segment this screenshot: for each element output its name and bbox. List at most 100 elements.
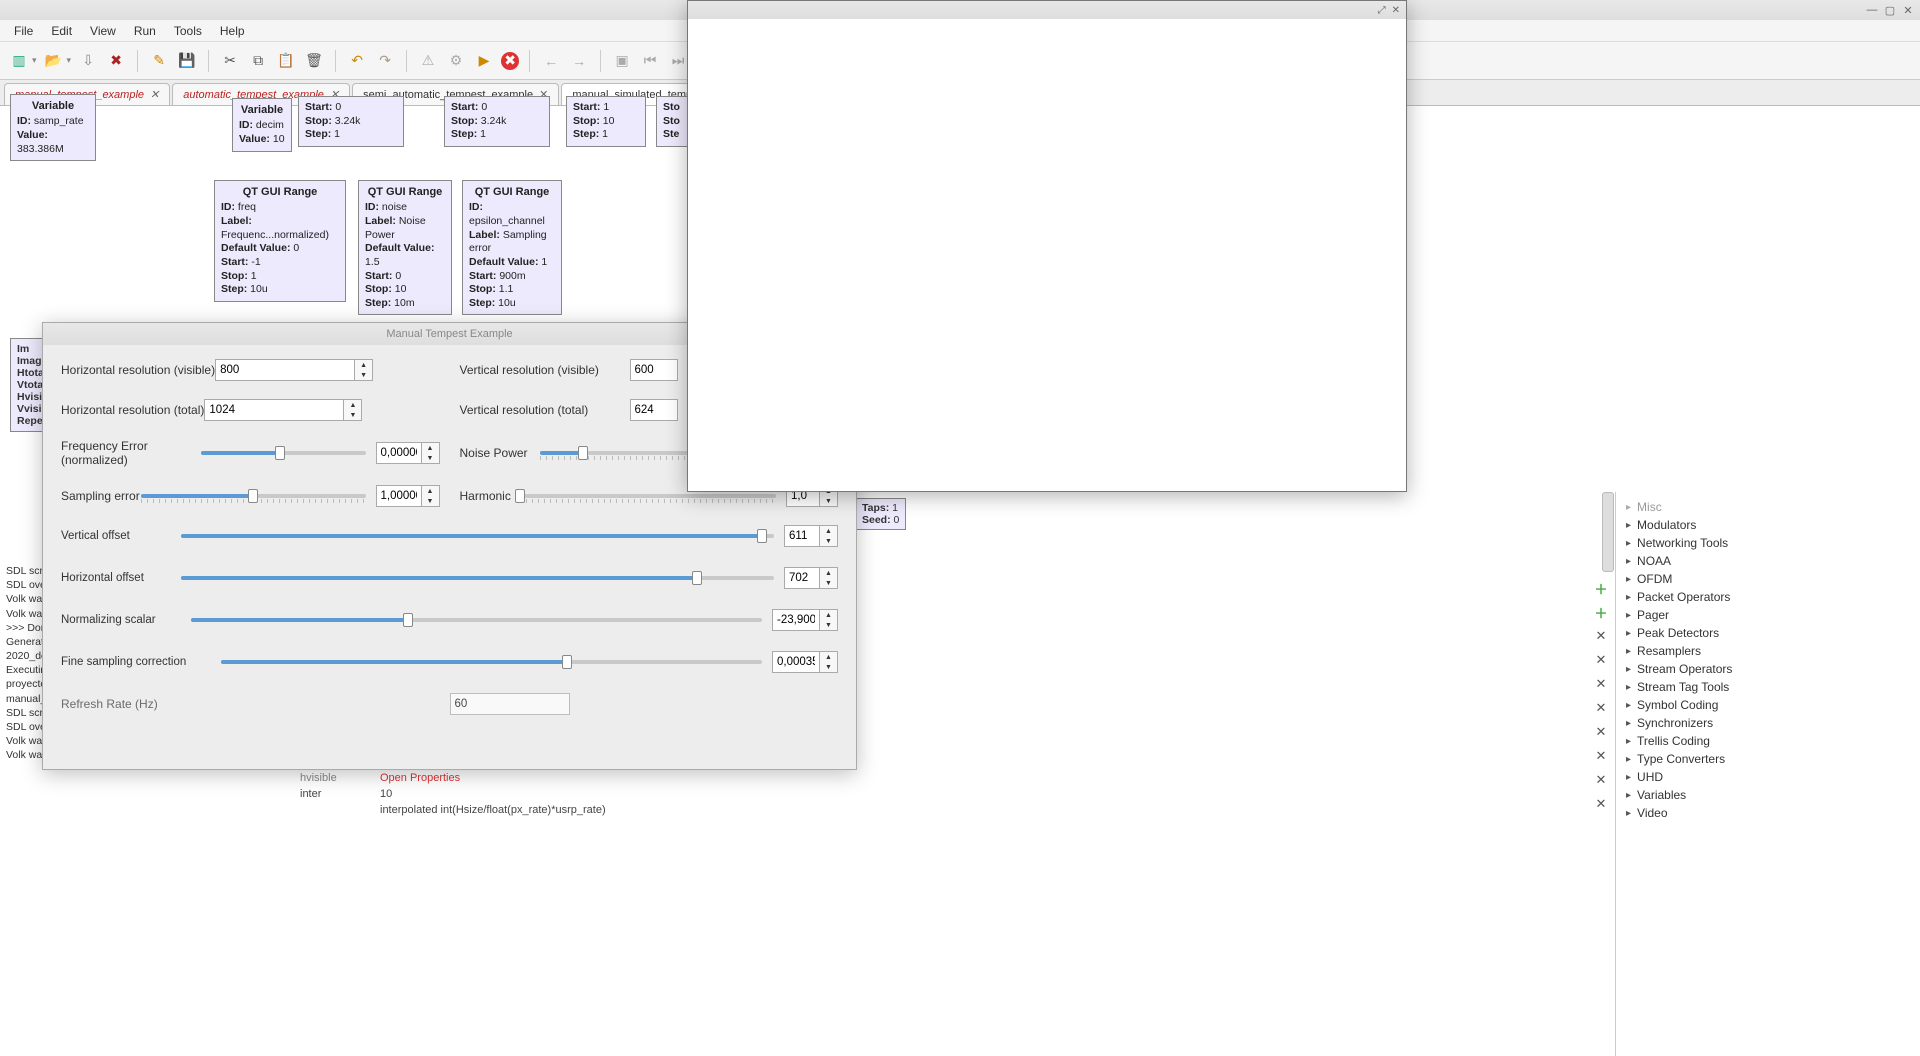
new-icon[interactable]: ▥: [8, 50, 30, 72]
cut-icon[interactable]: ✂: [219, 50, 241, 72]
category-stream-operators[interactable]: Stream Operators: [1620, 660, 1916, 678]
block-qt-range-freq[interactable]: QT GUI Range ID: freq Label: Frequenc...…: [214, 180, 346, 302]
category-modulators[interactable]: Modulators: [1620, 516, 1916, 534]
fine-sampling-label: Fine sampling correction: [61, 656, 201, 668]
property-panel: hvisibleOpen Properties inter10 interpol…: [300, 770, 860, 818]
edit-icon[interactable]: ✎: [148, 50, 170, 72]
remove-icon[interactable]: ✕: [1593, 676, 1609, 692]
normalizing-scalar-input[interactable]: [772, 609, 820, 631]
vres-visible-label: Vertical resolution (visible): [460, 363, 630, 377]
remove-icon[interactable]: ✕: [1593, 748, 1609, 764]
normalizing-scalar-slider[interactable]: [191, 611, 762, 629]
spin-arrows[interactable]: ▲▼: [355, 359, 373, 381]
play-icon[interactable]: ▶: [473, 50, 495, 72]
category-symbol-coding[interactable]: Symbol Coding: [1620, 696, 1916, 714]
menu-file[interactable]: File: [6, 22, 41, 40]
delete-icon[interactable]: 🗑: [303, 50, 325, 72]
open-icon[interactable]: 📂: [43, 50, 65, 72]
save-icon[interactable]: 💾: [176, 50, 198, 72]
block-qt-range-noise[interactable]: QT GUI Range ID: noise Label: Noise Powe…: [358, 180, 452, 315]
vres-visible-input[interactable]: [630, 359, 678, 381]
remove-icon[interactable]: ✕: [1593, 772, 1609, 788]
back-icon[interactable]: ←: [540, 50, 562, 72]
output-preview-window[interactable]: ⤢ ✕: [687, 0, 1407, 492]
category-resamplers[interactable]: Resamplers: [1620, 642, 1916, 660]
freq-error-input[interactable]: [376, 442, 422, 464]
group-icon[interactable]: ▣: [611, 50, 633, 72]
canvas-scrollbar[interactable]: [1602, 492, 1614, 572]
menu-edit[interactable]: Edit: [43, 22, 80, 40]
remove-icon[interactable]: ✕: [1593, 796, 1609, 812]
skip-back-icon[interactable]: ⏮: [639, 50, 661, 72]
build-icon[interactable]: ⚙: [445, 50, 467, 72]
menu-tools[interactable]: Tools: [166, 22, 210, 40]
sampling-error-input[interactable]: [376, 485, 422, 507]
preview-close-icon[interactable]: ✕: [1392, 5, 1400, 16]
vres-total-input[interactable]: [630, 399, 678, 421]
undo-icon[interactable]: ↶: [346, 50, 368, 72]
block-range-3[interactable]: Start: 1 Stop: 10 Step: 1: [566, 96, 646, 147]
stop-icon[interactable]: ✖: [501, 52, 519, 70]
block-variable-samp-rate[interactable]: Variable ID: samp_rate Value: 383.386M: [10, 94, 96, 161]
block-range-4[interactable]: Sto Sto Ste: [656, 96, 690, 147]
vertical-offset-label: Vertical offset: [61, 530, 161, 542]
category-ofdm[interactable]: OFDM: [1620, 570, 1916, 588]
category-noaa[interactable]: NOAA: [1620, 552, 1916, 570]
warn-icon[interactable]: ⚠: [417, 50, 439, 72]
open2-icon[interactable]: ⇩: [77, 50, 99, 72]
category-uhd[interactable]: UHD: [1620, 768, 1916, 786]
close-file-icon[interactable]: ✖: [105, 50, 127, 72]
block-range-2[interactable]: Start: 0 Stop: 3.24k Step: 1: [444, 96, 550, 147]
menu-view[interactable]: View: [82, 22, 124, 40]
category-trellis-coding[interactable]: Trellis Coding: [1620, 732, 1916, 750]
category-pager[interactable]: Pager: [1620, 606, 1916, 624]
horizontal-offset-input[interactable]: [784, 567, 820, 589]
block-qt-range-epsilon[interactable]: QT GUI Range ID: epsilon_channel Label: …: [462, 180, 562, 315]
remove-icon[interactable]: ✕: [1593, 628, 1609, 644]
block-range-1[interactable]: Start: 0 Stop: 3.24k Step: 1: [298, 96, 404, 147]
add-icon[interactable]: ＋: [1593, 580, 1609, 596]
maximize-icon[interactable]: ▢: [1884, 4, 1896, 16]
minimize-icon[interactable]: —: [1866, 4, 1878, 16]
menu-help[interactable]: Help: [212, 22, 253, 40]
hres-visible-input[interactable]: [215, 359, 355, 381]
category-variables[interactable]: Variables: [1620, 786, 1916, 804]
menu-run[interactable]: Run: [126, 22, 164, 40]
category-type-converters[interactable]: Type Converters: [1620, 750, 1916, 768]
category-stream-tag-tools[interactable]: Stream Tag Tools: [1620, 678, 1916, 696]
refresh-rate-input[interactable]: [450, 693, 570, 715]
redo-icon[interactable]: ↷: [374, 50, 396, 72]
category-synchronizers[interactable]: Synchronizers: [1620, 714, 1916, 732]
paste-icon[interactable]: 📋: [275, 50, 297, 72]
tab-close-icon[interactable]: ✕: [150, 88, 159, 101]
block-taps-seed[interactable]: Taps: 1 Seed: 0: [855, 498, 906, 530]
freq-error-slider[interactable]: [201, 444, 366, 462]
fine-sampling-slider[interactable]: [221, 653, 762, 671]
close-icon[interactable]: ✕: [1902, 4, 1914, 16]
add-icon[interactable]: ＋: [1593, 604, 1609, 620]
remove-icon[interactable]: ✕: [1593, 652, 1609, 668]
preview-expand-icon[interactable]: ⤢: [1378, 5, 1386, 16]
remove-icon[interactable]: ✕: [1593, 724, 1609, 740]
sampling-error-slider[interactable]: [141, 487, 366, 505]
block-variable-decim[interactable]: Variable ID: decim Value: 10: [232, 98, 292, 152]
refresh-rate-label: Refresh Rate (Hz): [61, 697, 158, 711]
skip-fwd-icon[interactable]: ⏭: [667, 50, 689, 72]
spin-arrows[interactable]: ▲▼: [344, 399, 362, 421]
category-networking-tools[interactable]: Networking Tools: [1620, 534, 1916, 552]
category-peak-detectors[interactable]: Peak Detectors: [1620, 624, 1916, 642]
horizontal-offset-slider[interactable]: [181, 569, 774, 587]
category-video[interactable]: Video: [1620, 804, 1916, 822]
vertical-offset-input[interactable]: [784, 525, 820, 547]
hres-total-input[interactable]: [204, 399, 344, 421]
category-packet-operators[interactable]: Packet Operators: [1620, 588, 1916, 606]
category-misc[interactable]: Misc: [1620, 498, 1916, 516]
normalizing-scalar-label: Normalizing scalar: [61, 614, 171, 626]
open-properties-link[interactable]: Open Properties: [380, 772, 460, 784]
fine-sampling-input[interactable]: [772, 651, 820, 673]
copy-icon[interactable]: ⧉: [247, 50, 269, 72]
remove-icon[interactable]: ✕: [1593, 700, 1609, 716]
fwd-icon[interactable]: →: [568, 50, 590, 72]
vertical-offset-slider[interactable]: [181, 527, 774, 545]
vres-total-label: Vertical resolution (total): [460, 403, 630, 417]
